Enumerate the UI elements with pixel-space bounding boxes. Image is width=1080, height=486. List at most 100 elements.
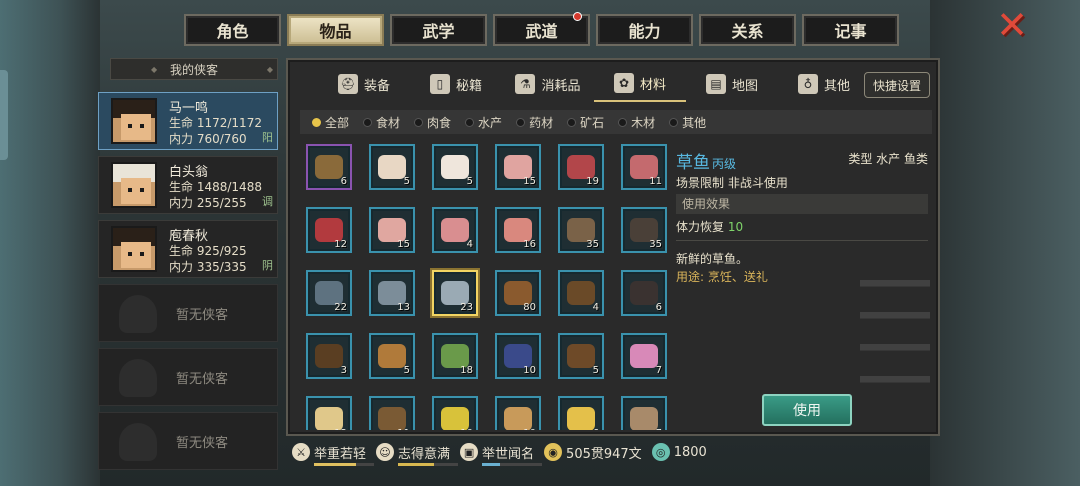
item-slot-fish-1[interactable]: 22 xyxy=(306,270,352,316)
item-quantity: 23 xyxy=(460,302,473,313)
item-slot-chicken[interactable]: 5 xyxy=(369,144,415,190)
item-slot-mushrooms[interactable]: 5 xyxy=(369,333,415,379)
pagoda-illustration xyxy=(860,264,930,424)
item-quantity: 5 xyxy=(592,365,599,376)
item-quantity: 15 xyxy=(397,239,410,250)
item-slot-red-meat[interactable]: 12 xyxy=(306,207,352,253)
tab-1[interactable]: 物品 xyxy=(287,14,384,46)
filter-option[interactable]: 其他 xyxy=(669,114,706,131)
item-slot-roots[interactable]: 5 xyxy=(558,333,604,379)
scorpion-2-icon xyxy=(567,281,595,305)
item-slot-spider[interactable]: 35 xyxy=(621,207,667,253)
item-quantity: 10 xyxy=(460,428,473,430)
item-type: 类型 水产 鱼类 xyxy=(848,152,928,166)
radio-icon xyxy=(312,117,321,127)
item-name: 草鱼 丙级 xyxy=(676,153,737,173)
herb-icon: ✿ xyxy=(613,73,634,93)
empty-character-slot[interactable]: 暂无侠客 xyxy=(98,284,278,342)
item-slot-grass-carp[interactable]: 23 xyxy=(432,270,478,316)
item-slot-herb[interactable]: 18 xyxy=(432,333,478,379)
item-slot-pork[interactable]: 15 xyxy=(495,144,541,190)
item-slot-wood-pile[interactable]: 10 xyxy=(495,396,541,430)
filter-option[interactable]: 药材 xyxy=(516,114,553,131)
item-slot-duck[interactable]: 5 xyxy=(432,144,478,190)
tab-map[interactable]: ▤ 地图 xyxy=(686,66,778,102)
item-quantity: 11 xyxy=(397,428,410,430)
tab-book[interactable]: ▯ 秘籍 xyxy=(410,66,502,102)
item-slot-beef[interactable]: 19 xyxy=(558,144,604,190)
tab-2[interactable]: 武学 xyxy=(390,14,487,46)
item-slot-sack[interactable]: 6 xyxy=(306,144,352,190)
item-slot-flowers[interactable]: 10 xyxy=(432,396,478,430)
filter-option[interactable]: 矿石 xyxy=(567,114,604,131)
item-slot-centipede[interactable]: 3 xyxy=(306,333,352,379)
item-slot-scorpion[interactable]: 35 xyxy=(558,207,604,253)
use-button[interactable]: 使用 xyxy=(762,394,852,426)
avatar xyxy=(111,226,157,272)
item-slot-bacon[interactable]: 4 xyxy=(432,207,478,253)
tab-0[interactable]: 角色 xyxy=(184,14,281,46)
status-coin: ◉ 505贯947文 xyxy=(544,443,642,462)
item-quantity: 5 xyxy=(403,365,410,376)
item-slot-gold-ore[interactable]: 6 xyxy=(558,396,604,430)
radio-icon xyxy=(618,117,628,127)
item-slot-mutton[interactable]: 11 xyxy=(621,144,667,190)
empty-character-slot[interactable]: 暂无侠客 xyxy=(98,348,278,406)
side-scroll-handle[interactable] xyxy=(0,70,8,160)
item-quantity: 5 xyxy=(466,176,473,187)
item-slot-scorpion-2[interactable]: 4 xyxy=(558,270,604,316)
roots-icon xyxy=(567,344,595,368)
item-quantity: 15 xyxy=(523,176,536,187)
notification-dot xyxy=(573,12,582,21)
status-bar-track xyxy=(482,462,543,466)
empty-slot-label: 暂无侠客 xyxy=(175,435,228,451)
filter-label: 食材 xyxy=(376,115,401,130)
close-icon[interactable]: ✕ xyxy=(994,6,1030,44)
item-slot-ribs[interactable]: 15 xyxy=(369,207,415,253)
quick-settings-button[interactable]: 快捷设置 xyxy=(864,72,930,98)
character-card[interactable]: 马一鸣 生命 1172/1172 内力 760/760 阳 xyxy=(98,92,278,150)
item-slot-leg[interactable]: 16 xyxy=(495,207,541,253)
empty-character-slot[interactable]: 暂无侠客 xyxy=(98,412,278,470)
item-slot-lotus[interactable]: 7 xyxy=(621,333,667,379)
filter-option[interactable]: 全部 xyxy=(312,114,349,131)
tab-label: 物品 xyxy=(319,22,352,41)
item-slot-axe[interactable]: 7 xyxy=(621,396,667,430)
item-quantity: 18 xyxy=(460,365,473,376)
tab-herb[interactable]: ✿ 材料 xyxy=(594,66,686,102)
item-quantity: 19 xyxy=(586,176,599,187)
tab-potion[interactable]: ⚗ 消耗品 xyxy=(502,66,594,102)
gold-ore-icon xyxy=(567,407,595,430)
filter-option[interactable]: 肉食 xyxy=(414,114,451,131)
tab-4[interactable]: 能力 xyxy=(596,14,693,46)
radio-icon xyxy=(414,117,424,127)
background-left xyxy=(0,0,100,486)
filter-label: 全部 xyxy=(325,115,350,130)
tab-5[interactable]: 关系 xyxy=(699,14,796,46)
item-slot-fish-2[interactable]: 13 xyxy=(369,270,415,316)
effect-value: 10 xyxy=(727,220,744,234)
status-label: 1800 xyxy=(673,444,707,460)
wood-pile-icon xyxy=(504,407,532,430)
item-slot-vase[interactable]: 10 xyxy=(495,333,541,379)
character-card[interactable]: 白头翁 生命 1488/1488 内力 255/255 调 xyxy=(98,156,278,214)
item-quantity: 35 xyxy=(649,239,662,250)
sack-icon xyxy=(315,155,343,179)
strength-icon: ⚔ xyxy=(292,443,310,461)
filter-option[interactable]: 食材 xyxy=(363,114,400,131)
filter-option[interactable]: 木材 xyxy=(618,114,655,131)
item-slot-grain[interactable]: 12 xyxy=(306,396,352,430)
character-card[interactable]: 庖春秋 生命 925/925 内力 335/335 阴 xyxy=(98,220,278,278)
item-slot-branches[interactable]: 11 xyxy=(369,396,415,430)
item-slot-spider-2[interactable]: 6 xyxy=(621,270,667,316)
tab-3[interactable]: 武道 xyxy=(493,12,590,46)
item-quantity: 5 xyxy=(403,176,410,187)
tab-label: 记事 xyxy=(834,22,867,41)
tab-helmet[interactable]: ⛑ 装备 xyxy=(318,66,410,102)
tab-6[interactable]: 记事 xyxy=(802,14,899,46)
character-mp: 内力 760/760 xyxy=(169,132,247,146)
item-slot-bucket[interactable]: 80 xyxy=(495,270,541,316)
map-icon: ▤ xyxy=(705,74,726,94)
tab-bell[interactable]: ♁ 其他 xyxy=(778,66,870,102)
filter-option[interactable]: 水产 xyxy=(465,114,502,131)
